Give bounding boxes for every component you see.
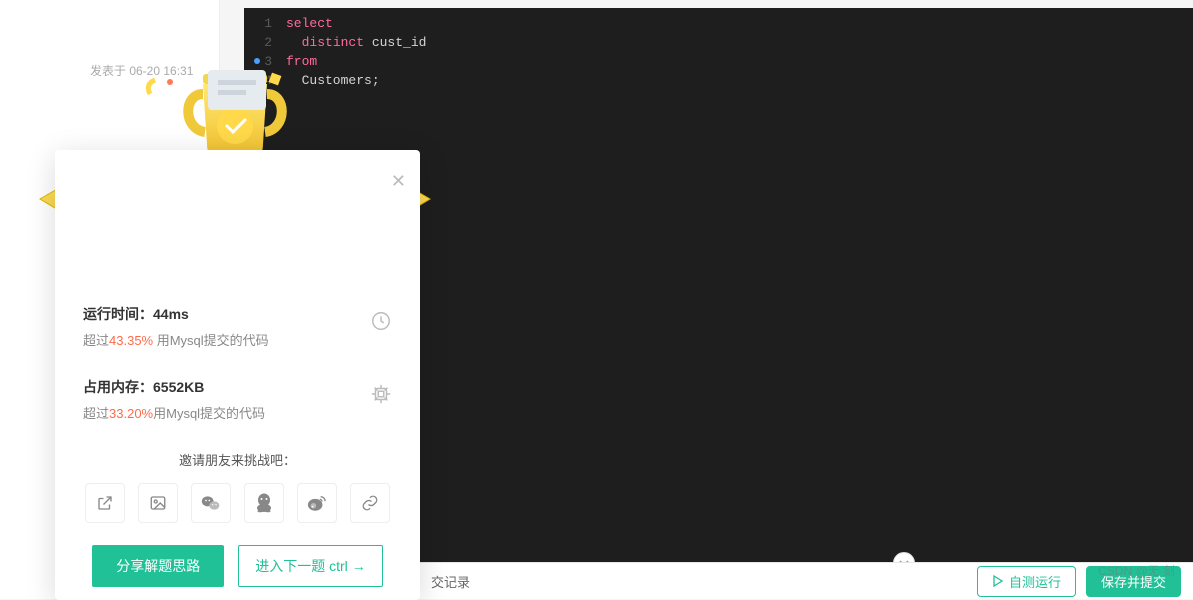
chip-icon [370,383,392,410]
code-line[interactable]: 2 distinct cust_id [244,33,1193,52]
runtime-value: 44ms [153,306,189,322]
memory-percent: 33.20% [109,406,153,421]
play-icon [992,575,1004,587]
close-icon[interactable]: ✕ [391,172,406,190]
weibo-icon[interactable] [297,483,337,523]
wechat-icon[interactable] [191,483,231,523]
success-modal: ✕ 运行时间：44ms 超过43.35% 用Mysql提交的代码 占用内存：65… [55,150,420,600]
post-timestamp: 发表于 06-20 16:31 [90,62,193,79]
runtime-label: 运行时间： [83,306,153,322]
open-external-icon[interactable] [85,483,125,523]
clock-icon [370,310,392,337]
save-submit-button[interactable]: 保存并提交 [1086,566,1181,597]
run-button-label: 自测运行 [1009,572,1061,591]
code-line[interactable]: 4 Customers; [244,71,1193,90]
invite-title: 邀请朋友来挑战吧： [83,450,392,469]
memory-value: 6552KB [153,379,204,395]
runtime-row: 运行时间：44ms 超过43.35% 用Mysql提交的代码 [83,304,392,349]
code-line[interactable]: 3from [244,52,1193,71]
image-icon[interactable] [138,483,178,523]
self-test-run-button[interactable]: 自测运行 [977,566,1076,597]
runtime-percent: 43.35% [109,333,153,348]
arrow-right-icon: → [352,558,366,574]
link-icon[interactable] [350,483,390,523]
share-solution-button[interactable]: 分享解题思路 [92,545,224,587]
next-button-label: 进入下一题 ctrl [255,556,348,576]
memory-row: 占用内存：6552KB 超过33.20%用Mysql提交的代码 [83,377,392,422]
code-line[interactable]: 1select [244,14,1193,33]
memory-label: 占用内存： [83,379,153,395]
next-question-button[interactable]: 进入下一题 ctrl → [238,545,383,587]
qq-icon[interactable] [244,483,284,523]
share-row [83,483,392,523]
